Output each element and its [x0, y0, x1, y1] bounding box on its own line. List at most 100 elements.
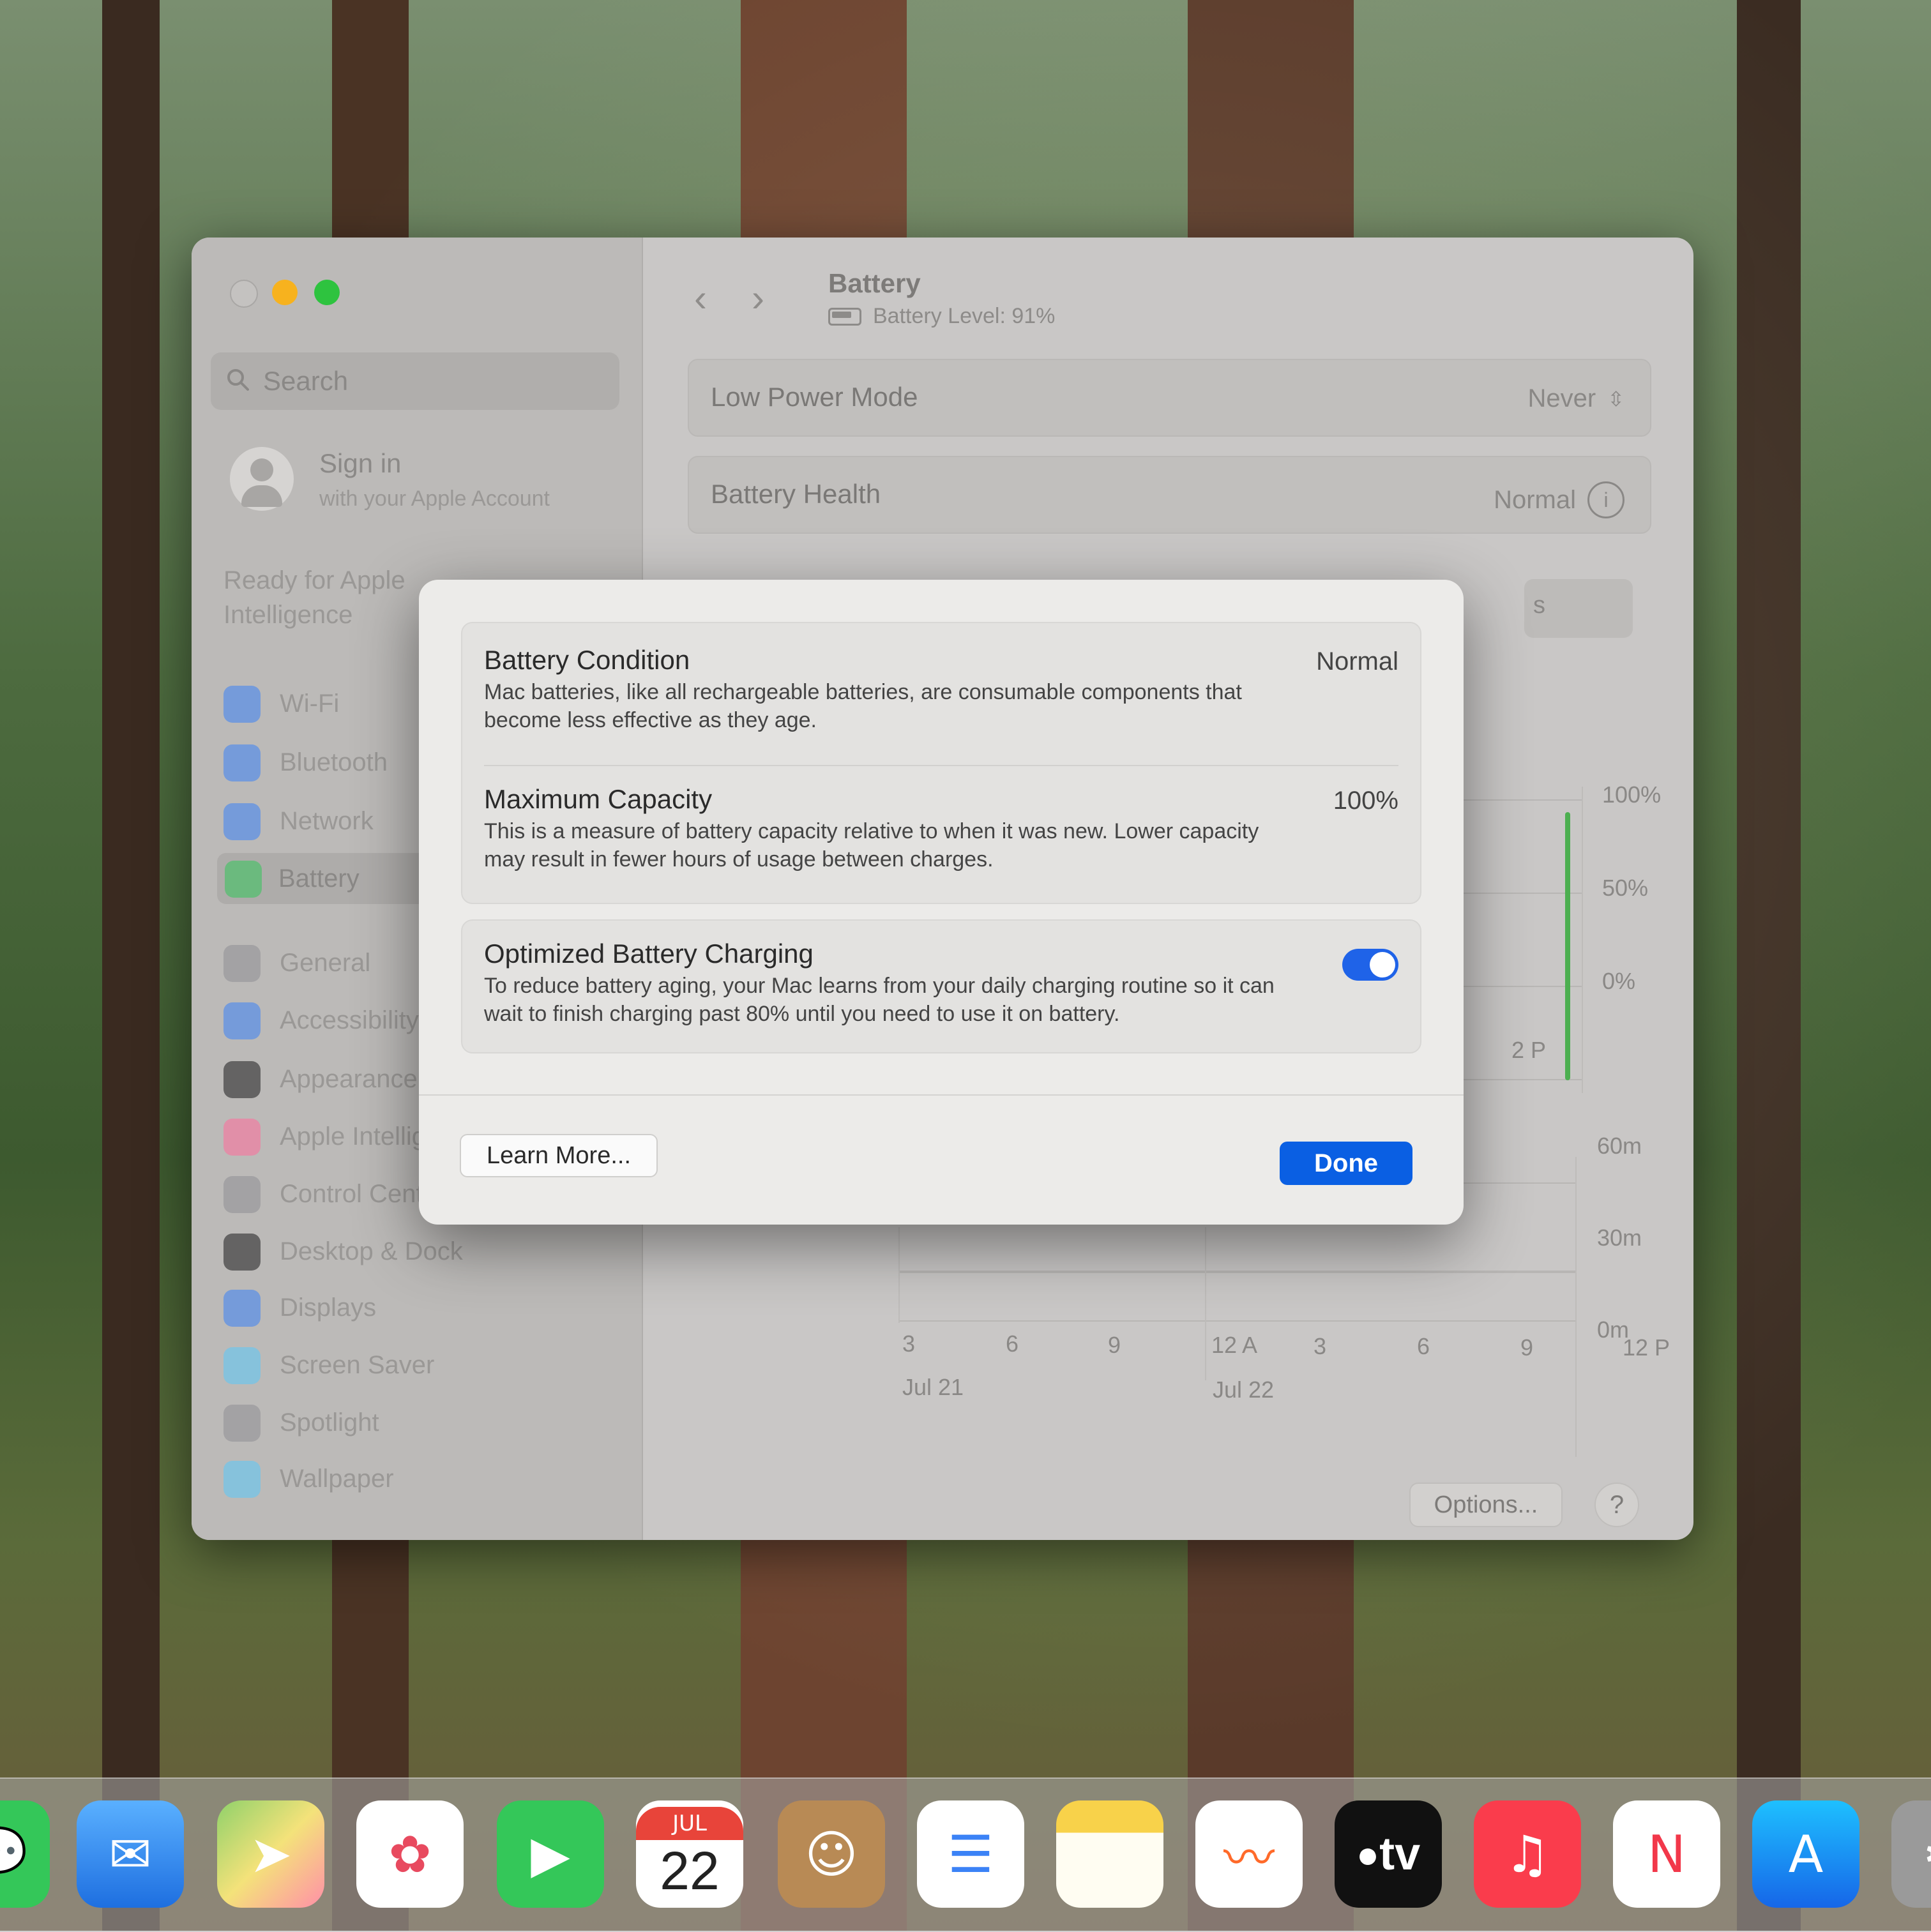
notes-icon[interactable] — [1056, 1800, 1163, 1908]
flower-icon — [223, 1461, 261, 1498]
sidebar-item-label: Network — [280, 807, 374, 835]
max-capacity-description: This is a measure of battery capacity re… — [484, 819, 1259, 872]
sidebar-item-desktop-dock[interactable]: Desktop & Dock — [223, 1226, 619, 1277]
back-icon[interactable]: ‹ — [694, 276, 707, 319]
app-store-icon[interactable]: A — [1752, 1800, 1859, 1908]
y-tick-label: 30m — [1597, 1225, 1642, 1251]
max-capacity-title: Maximum Capacity — [484, 784, 713, 814]
screensaver-icon — [223, 1347, 261, 1384]
options-button[interactable]: Options... — [1409, 1483, 1563, 1527]
optimized-charging-toggle[interactable] — [1342, 949, 1398, 981]
battery-level-bar — [1565, 812, 1570, 1080]
date-label: Jul 21 — [902, 1374, 964, 1400]
freeform-icon[interactable]: 〰 — [1195, 1800, 1303, 1908]
y-tick-label: 0% — [1602, 968, 1636, 994]
optimized-charging-title: Optimized Battery Charging — [484, 939, 814, 969]
max-capacity-value: 100% — [1333, 787, 1398, 815]
info-icon[interactable]: i — [1587, 481, 1624, 518]
messages-icon[interactable]: 💬 — [0, 1800, 50, 1908]
battery-info-card: Battery Condition Normal Mac batteries, … — [461, 622, 1421, 904]
sidebar-item-label: Appearance — [280, 1065, 418, 1093]
x-tick-label: 9 — [1520, 1334, 1534, 1361]
avatar — [230, 447, 294, 511]
news-icon[interactable]: N — [1613, 1800, 1720, 1908]
battery-condition-title: Battery Condition — [484, 645, 690, 675]
page-title: Battery — [828, 268, 921, 298]
battery-condition-description: Mac batteries, like all rechargeable bat… — [484, 680, 1242, 732]
calendar-icon[interactable]: JUL 22 — [636, 1800, 743, 1908]
y-tick-label: 100% — [1602, 781, 1662, 808]
day-separator — [1205, 1227, 1206, 1380]
x-tick-label: 2 P — [1511, 1037, 1547, 1063]
history-nav: ‹ › — [694, 276, 809, 320]
battery-level: Battery Level: 91% — [828, 304, 1055, 329]
search-input[interactable] — [262, 361, 596, 401]
search-field[interactable] — [211, 352, 619, 410]
divider — [484, 765, 1398, 766]
reminders-icon[interactable]: ☰ — [917, 1800, 1024, 1908]
dock-icon — [223, 1234, 261, 1271]
sidebar-item-label: Screen Saver — [280, 1351, 435, 1379]
y-tick-label: 60m — [1597, 1133, 1642, 1159]
help-button[interactable]: ? — [1594, 1483, 1639, 1527]
contacts-icon[interactable]: ☺ — [778, 1800, 885, 1908]
sidebar-item-wallpaper[interactable]: Wallpaper — [223, 1453, 619, 1504]
system-settings-icon[interactable]: ⚙ — [1891, 1800, 1931, 1908]
battery-condition-section: Battery Condition Normal Mac batteries, … — [484, 645, 1398, 760]
apple-logo-icon: ● — [1356, 1832, 1380, 1876]
wifi-icon — [223, 686, 261, 723]
battery-health-row: Battery Health Normal i — [688, 456, 1651, 534]
y-tick-label: 50% — [1602, 875, 1649, 901]
photos-icon[interactable]: ✿ — [356, 1800, 464, 1908]
learn-more-button[interactable]: Learn More... — [460, 1134, 658, 1177]
facetime-icon[interactable]: ▶ — [497, 1800, 604, 1908]
search-icon — [227, 369, 249, 391]
sidebar-item-spotlight[interactable]: Spotlight — [223, 1397, 619, 1448]
apple-tv-icon[interactable]: ● tv — [1335, 1800, 1442, 1908]
battery-health-label: Battery Health — [711, 479, 881, 509]
mail-icon[interactable]: ✉ — [77, 1800, 184, 1908]
siri-icon — [223, 1119, 261, 1156]
x-tick-label: 6 — [1006, 1331, 1019, 1357]
chevron-updown-icon: ⇳ — [1607, 387, 1624, 411]
control-center-icon — [223, 1176, 261, 1213]
battery-icon — [225, 861, 262, 898]
account-signin[interactable]: Sign in with your Apple Account — [230, 442, 626, 518]
sidebar-item-label: Bluetooth — [280, 748, 388, 776]
bluetooth-icon — [223, 744, 261, 781]
optimized-charging-section: Optimized Battery Charging To reduce bat… — [484, 939, 1324, 1047]
calendar-day: 22 — [660, 1840, 720, 1901]
sidebar-item-label: Accessibility — [280, 1006, 419, 1034]
grid-line — [898, 1271, 1575, 1272]
done-button[interactable]: Done — [1280, 1142, 1412, 1185]
x-tick-label: 12 P — [1623, 1334, 1670, 1361]
sidebar-item-label: General — [280, 949, 371, 977]
low-power-mode-select[interactable]: Never ⇳ — [1527, 384, 1624, 413]
low-power-mode-row: Low Power Mode Never ⇳ — [688, 359, 1651, 437]
sidebar-item-screen-saver[interactable]: Screen Saver — [223, 1340, 619, 1391]
gear-icon — [223, 945, 261, 982]
minimize-button[interactable] — [272, 280, 298, 305]
optimized-charging-description: To reduce battery aging, your Mac learns… — [484, 974, 1275, 1026]
sidebar-item-label: Spotlight — [280, 1408, 379, 1437]
maps-icon[interactable]: ➤ — [217, 1800, 324, 1908]
close-button[interactable] — [230, 280, 258, 308]
music-icon[interactable]: ♫ — [1474, 1800, 1581, 1908]
low-power-mode-label: Low Power Mode — [711, 382, 918, 412]
sidebar-item-displays[interactable]: Displays — [223, 1282, 619, 1333]
zoom-button[interactable] — [314, 280, 340, 305]
battery-condition-value: Normal — [1316, 647, 1398, 675]
sidebar-item-label: Wi-Fi — [280, 690, 340, 718]
account-name: Sign in — [319, 448, 402, 478]
x-tick-label: 12 A — [1211, 1332, 1258, 1358]
x-tick-label: 3 — [902, 1331, 916, 1357]
appearance-icon — [223, 1061, 261, 1098]
forward-icon[interactable]: › — [752, 276, 764, 319]
sidebar-item-label: Wallpaper — [280, 1465, 394, 1493]
segmented-control[interactable]: s — [1524, 579, 1633, 638]
date-label: Jul 22 — [1213, 1377, 1275, 1403]
sidebar-item-label: Displays — [280, 1294, 377, 1322]
optimized-charging-card: Optimized Battery Charging To reduce bat… — [461, 919, 1421, 1053]
account-subtitle: with your Apple Account — [319, 487, 550, 511]
segment-label: s — [1533, 592, 1545, 619]
